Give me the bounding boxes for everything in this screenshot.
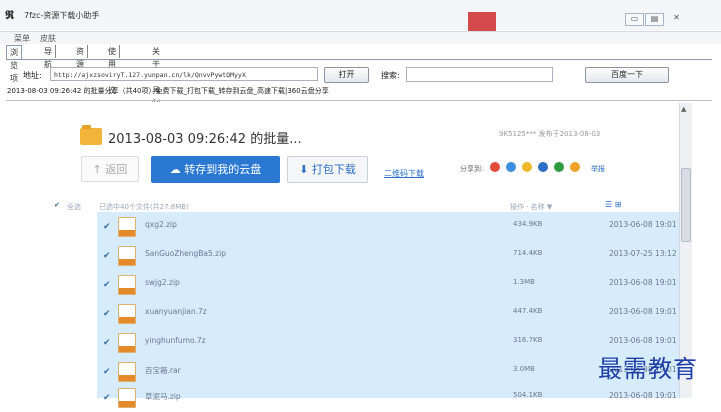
file-name[interactable]: xuanyuanjian.7z xyxy=(145,307,207,316)
row-checkbox[interactable]: ✔ xyxy=(103,251,111,261)
save-to-cloud-label: 转存到我的云盘 xyxy=(184,163,262,176)
row-checkbox[interactable]: ✔ xyxy=(103,222,111,232)
tab-navigation[interactable]: 导航 xyxy=(41,45,56,69)
share-meta: 9K5125*** 发布于2013-08-03 xyxy=(499,130,601,138)
file-name[interactable]: SanGuoZhengBa5.zip xyxy=(145,249,226,258)
file-size: 714.4KB xyxy=(513,249,543,257)
7z-file-icon xyxy=(118,333,136,353)
file-size: 447.4KB xyxy=(513,307,543,315)
file-row[interactable]: ✔ 百宝箱.rar 3.0MB 2013-06-08 19:01 xyxy=(97,357,679,386)
selection-count: 已选中40个文件(共27.8MB) xyxy=(99,203,189,211)
watermark-logo: 最需教育 xyxy=(598,355,698,383)
file-size: 3.0MB xyxy=(513,365,535,373)
rar-file-icon xyxy=(118,362,136,382)
zip-file-icon xyxy=(118,388,136,408)
package-download-button[interactable]: ⬇ 打包下载 xyxy=(287,156,368,183)
file-row[interactable]: ✔ yinghunfumo.7z 316.7KB 2013-06-08 19:0… xyxy=(97,328,679,357)
douban-icon[interactable] xyxy=(554,162,564,172)
file-list-header: ✔ 全选 已选中40个文件(共27.8MB) 操作 · 名称 ▼ ☰ ⊞ xyxy=(47,200,679,212)
save-to-cloud-button[interactable]: ☁ 转存到我的云盘 xyxy=(151,156,280,183)
renren-icon[interactable] xyxy=(538,162,548,172)
address-label: 地址: xyxy=(23,71,42,80)
file-date: 2013-06-08 19:01 xyxy=(609,391,677,400)
tab-browse[interactable]: 浏览项 xyxy=(6,45,22,83)
row-checkbox[interactable]: ✔ xyxy=(103,338,111,348)
file-list: ✔ qxg2.zip 434.9KB 2013-06-08 19:01 ✔ Sa… xyxy=(97,212,679,408)
baidu-search-button[interactable]: 百度一下 xyxy=(585,67,669,83)
file-date: 2013-07-25 13:12 xyxy=(609,249,677,258)
address-input[interactable]: http://ajxzsoviryT.127.yunpan.cn/lk/Qnvv… xyxy=(50,67,318,81)
file-size: 1.3MB xyxy=(513,278,535,286)
file-row[interactable]: ✔ swjg2.zip 1.3MB 2013-06-08 19:01 xyxy=(97,270,679,299)
zip-file-icon xyxy=(118,246,136,266)
file-name[interactable]: swjg2.zip xyxy=(145,278,180,287)
share-to-label: 分享到: xyxy=(460,165,484,173)
file-row[interactable]: ✔ qxg2.zip 434.9KB 2013-06-08 19:01 xyxy=(97,212,679,241)
weibo-icon[interactable] xyxy=(490,162,500,172)
tab-about[interactable]: 关于工具制作 xyxy=(149,45,163,121)
file-date: 2013-06-08 19:01 xyxy=(609,336,677,345)
menu-item-skin[interactable]: 皮肤 xyxy=(40,33,56,44)
search-label: 搜索: xyxy=(381,71,400,80)
window-titlebar: 𝕽 7fzc-资源下载小助手 xyxy=(0,0,721,30)
qr-download-link[interactable]: 二维码下载 xyxy=(384,168,424,179)
qzone-icon[interactable] xyxy=(506,162,516,172)
zip-file-icon xyxy=(118,275,136,295)
row-checkbox[interactable]: ✔ xyxy=(103,393,111,403)
file-name[interactable]: 百宝箱.rar xyxy=(145,365,181,376)
row-checkbox[interactable]: ✔ xyxy=(103,367,111,377)
package-download-label: 打包下载 xyxy=(311,163,356,176)
window-title: 7fzc-资源下载小助手 xyxy=(24,11,100,20)
menu-item-menu[interactable]: 菜单 xyxy=(14,33,30,44)
file-row[interactable]: ✔ SanGuoZhengBa5.zip 714.4KB 2013-07-25 … xyxy=(97,241,679,270)
file-size: 316.7KB xyxy=(513,336,543,344)
share-title: 2013-08-03 09:26:42 的批量... xyxy=(108,132,302,147)
minimize-button[interactable]: ▭ xyxy=(625,13,644,26)
star-icon[interactable] xyxy=(522,162,532,172)
cloud-icon: ☁ xyxy=(169,163,185,176)
report-link[interactable]: 举报 xyxy=(591,164,605,174)
file-date: 2013-06-08 19:01 xyxy=(609,278,677,287)
file-date: 2013-06-08 19:01 xyxy=(609,220,677,229)
select-all-label: 全选 xyxy=(67,203,81,211)
file-name[interactable]: qxg2.zip xyxy=(145,220,177,229)
page-status-text: 2013-08-03 09:26:42 的批量分享（共40项）免费下载_打包下载… xyxy=(7,87,329,95)
tab-usage-agreement[interactable]: 使用协议 xyxy=(105,45,120,95)
search-input[interactable] xyxy=(406,67,553,82)
back-button[interactable]: ↑ 返回 xyxy=(81,156,139,182)
file-name[interactable]: yinghunfumo.7z xyxy=(145,336,206,345)
tab-divider xyxy=(6,59,712,60)
row-checkbox[interactable]: ✔ xyxy=(103,309,111,319)
select-all-checkbox[interactable]: ✔ xyxy=(54,201,60,209)
folder-icon xyxy=(80,125,102,145)
view-toggle[interactable]: ☰ ⊞ xyxy=(605,200,621,209)
file-size: 434.9KB xyxy=(513,220,543,228)
file-row[interactable]: ✔ xuanyuanjian.7z 447.4KB 2013-06-08 19:… xyxy=(97,299,679,328)
zip-file-icon xyxy=(118,217,136,237)
open-button[interactable]: 打开 xyxy=(324,67,369,83)
file-name[interactable]: 草泥马.zip xyxy=(145,391,181,402)
menu-bar: 菜单 皮肤 xyxy=(0,31,721,44)
download-icon: ⬇ xyxy=(299,163,312,176)
maximize-button[interactable]: ▤ xyxy=(645,13,664,26)
file-date: 2013-06-08 19:01 xyxy=(609,307,677,316)
7z-file-icon xyxy=(118,304,136,324)
kaixin-icon[interactable] xyxy=(570,162,580,172)
scroll-up-arrow-icon[interactable]: ▲ xyxy=(681,105,686,113)
titlebar-red-block xyxy=(468,12,496,31)
row-checkbox[interactable]: ✔ xyxy=(103,280,111,290)
close-button[interactable]: ✕ xyxy=(668,13,685,24)
sort-control[interactable]: 操作 · 名称 ▼ xyxy=(510,202,552,212)
app-logo-icon: 𝕽 xyxy=(5,8,15,22)
scrollbar-thumb[interactable] xyxy=(681,168,691,242)
toolbar-divider xyxy=(6,100,712,101)
tab-resources[interactable]: 资源 xyxy=(73,45,88,69)
